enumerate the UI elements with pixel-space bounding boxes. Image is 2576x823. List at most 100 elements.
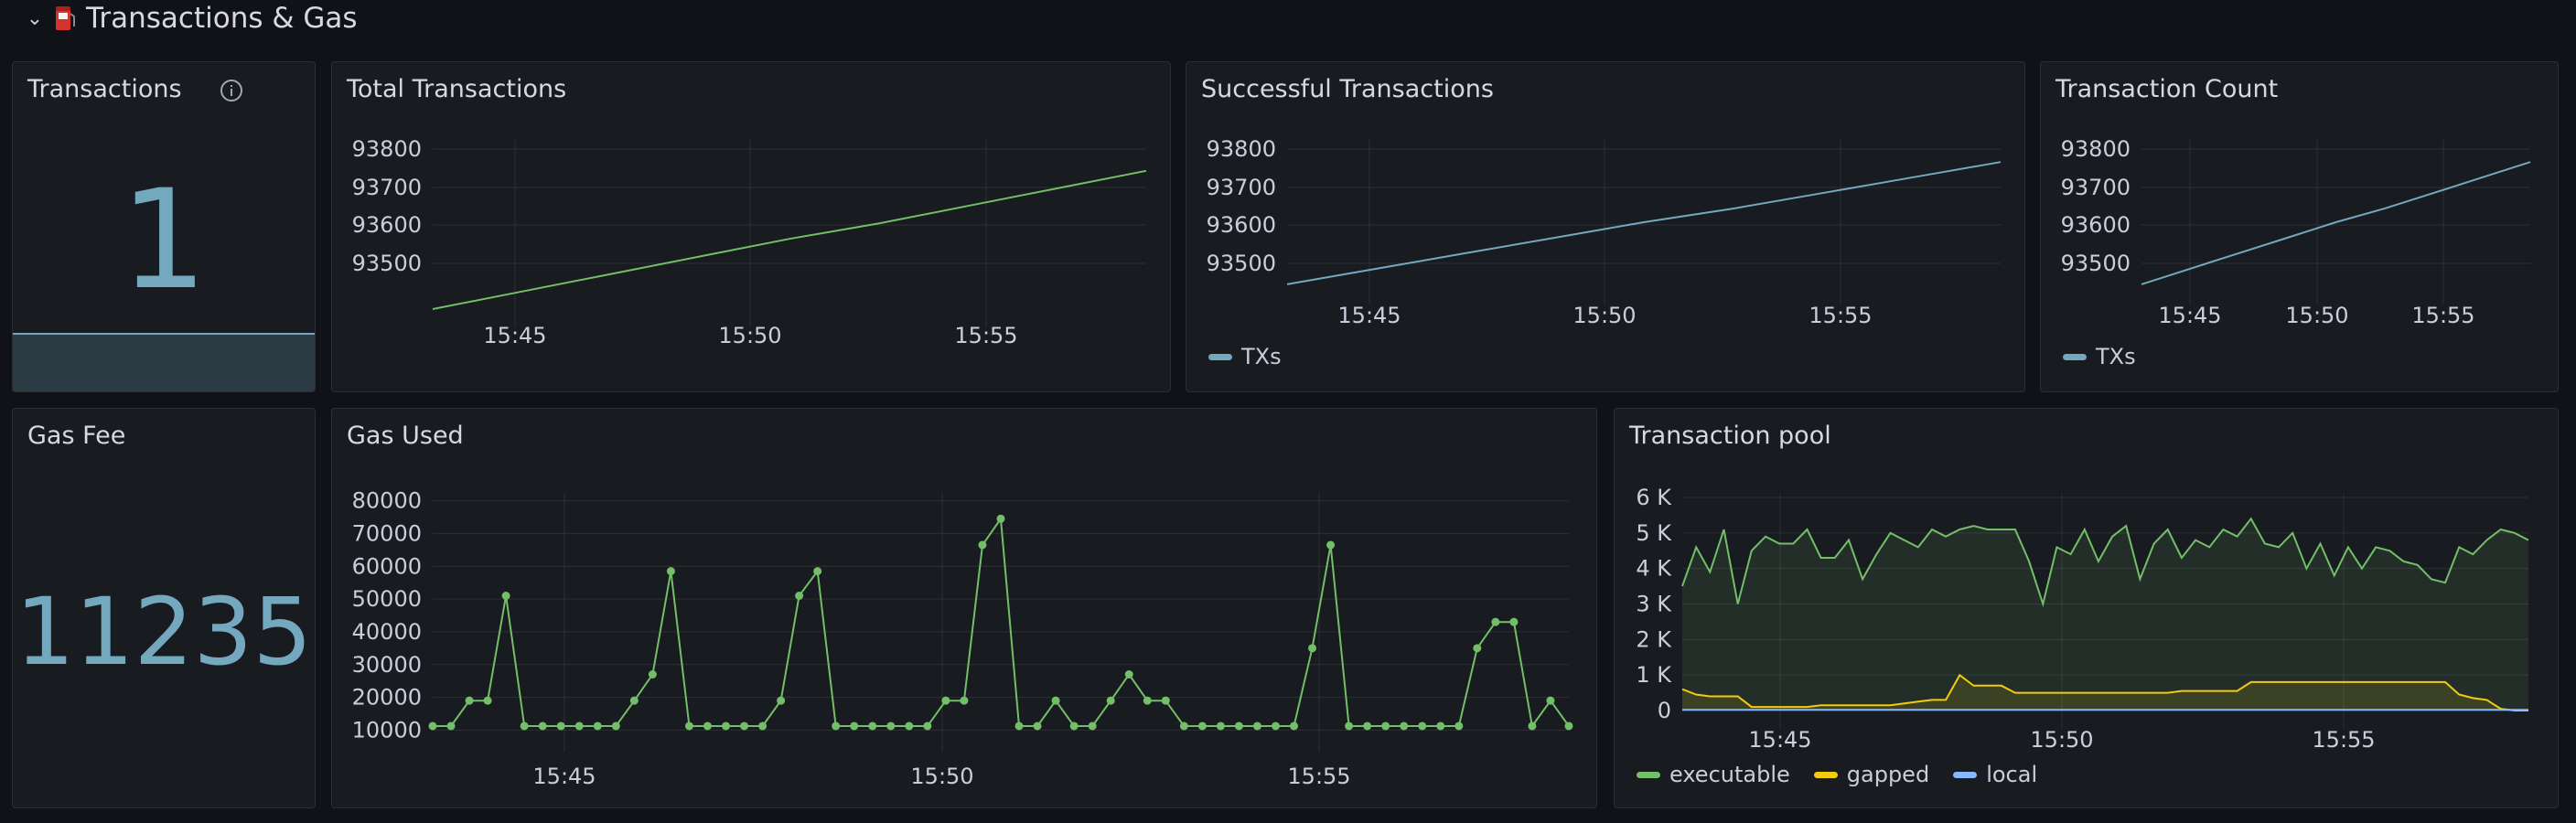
- data-point: [777, 696, 786, 705]
- x-tick-label: 15:55: [2411, 303, 2474, 328]
- legend-item[interactable]: gapped: [1813, 762, 1929, 787]
- data-point: [1546, 696, 1555, 705]
- y-tick-label: 1 K: [1636, 662, 1672, 688]
- y-tick-label: 93800: [352, 136, 422, 162]
- row-title: Transactions & Gas: [86, 2, 358, 35]
- data-point: [1014, 721, 1024, 731]
- y-tick-label: 6 K: [1636, 485, 1672, 510]
- data-point: [1418, 721, 1427, 731]
- data-point: [1528, 721, 1537, 731]
- panel-title: Transactions: [27, 75, 182, 103]
- y-tick-label: 93600: [352, 212, 422, 238]
- panel-transaction-pool[interactable]: Transaction pool 6 K5 K4 K3 K2 K1 K 0 15:4…: [1614, 408, 2559, 808]
- y-tick-label: 10000: [352, 717, 422, 743]
- data-point: [593, 721, 602, 731]
- y-tick-label: 0: [1658, 698, 1671, 723]
- data-point: [978, 540, 987, 550]
- data-point: [1381, 721, 1390, 731]
- x-tick-label: 15:50: [1572, 303, 1636, 328]
- data-point: [1436, 721, 1445, 731]
- legend-item[interactable]: TXs: [1208, 344, 1282, 369]
- data-point: [1326, 540, 1336, 550]
- data-point: [1033, 721, 1042, 731]
- y-tick-label: 20000: [352, 685, 422, 711]
- y-tick-label: 93600: [2061, 212, 2131, 238]
- panel-gas-used[interactable]: Gas Used 80000 70000 60000 50000 40000 30000 2…: [331, 408, 1597, 808]
- y-tick-label: 93700: [2061, 175, 2131, 200]
- data-point: [1234, 721, 1243, 731]
- data-point: [758, 721, 767, 731]
- data-point: [520, 721, 529, 731]
- legend: TXs: [1208, 344, 1282, 369]
- data-point: [1473, 644, 1482, 653]
- legend-item[interactable]: local: [1953, 762, 2037, 787]
- data-point: [1216, 721, 1225, 731]
- stat-sparkline-area: [13, 333, 315, 391]
- y-tick-label: 93600: [1207, 212, 1276, 238]
- data-point: [886, 721, 896, 731]
- x-tick-label: 15:45: [532, 764, 596, 789]
- chart-total-transactions: 93800 93700 93600 93500 15:45 15:50 15:55: [352, 136, 1147, 348]
- data-point: [795, 592, 804, 600]
- x-tick-label: 15:45: [483, 323, 546, 348]
- legend-item[interactable]: executable: [1637, 762, 1790, 787]
- data-point: [722, 721, 731, 731]
- panel-gas-fee[interactable]: Gas Fee 11235: [12, 408, 316, 808]
- y-tick-label: 93700: [352, 175, 422, 200]
- y-tick-label: 93700: [1207, 175, 1276, 200]
- legend-item[interactable]: TXs: [2063, 344, 2136, 369]
- data-point: [868, 721, 877, 731]
- legend-swatch: [1813, 771, 1838, 778]
- data-point: [684, 721, 693, 731]
- data-point: [1290, 721, 1299, 731]
- x-tick-label: 15:50: [2285, 303, 2348, 328]
- row-header[interactable]: ⌄ Transactions & Gas: [26, 0, 358, 37]
- fuel-pump-icon: [56, 6, 75, 30]
- data-point: [538, 721, 547, 731]
- data-point: [1454, 721, 1464, 731]
- panel-transaction-count[interactable]: Transaction Count 93800 93700 93600 93500 15…: [2040, 61, 2559, 392]
- data-point: [1161, 696, 1170, 705]
- x-tick-label: 15:50: [2030, 727, 2093, 753]
- legend-label: TXs: [1241, 344, 1282, 369]
- data-point: [1308, 644, 1317, 653]
- legend-swatch: [2063, 353, 2087, 360]
- y-tick-label: 93500: [1207, 251, 1276, 276]
- data-point: [1400, 721, 1409, 731]
- data-point: [905, 721, 914, 731]
- info-icon[interactable]: [220, 79, 243, 102]
- data-point: [1179, 721, 1188, 731]
- x-tick-label: 15:50: [910, 764, 973, 789]
- data-point: [666, 567, 675, 576]
- data-point: [1197, 721, 1207, 731]
- panel-total-transactions[interactable]: Total Transactions 93800 93700 93600 93500 1…: [331, 61, 1171, 392]
- legend-label: executable: [1669, 762, 1790, 787]
- data-point: [832, 721, 841, 731]
- y-tick-label: 50000: [352, 586, 422, 612]
- data-point: [428, 721, 437, 731]
- data-point: [574, 721, 584, 731]
- chart-successful-transactions: 93800 93700 93600 93500 15:45 15:50 15:55: [1207, 136, 2002, 328]
- y-tick-label: 93800: [1207, 136, 1276, 162]
- data-point: [501, 592, 510, 600]
- x-tick-label: 15:55: [2312, 727, 2375, 753]
- y-tick-label: 40000: [352, 619, 422, 645]
- data-point: [703, 721, 712, 731]
- data-point: [1271, 721, 1280, 731]
- data-point: [941, 696, 950, 705]
- data-point: [996, 514, 1005, 523]
- y-tick-label: 4 K: [1636, 556, 1672, 582]
- data-point: [1051, 696, 1060, 705]
- x-tick-label: 15:45: [1748, 727, 1811, 753]
- x-tick-label: 15:55: [1287, 764, 1350, 789]
- legend-swatch: [1208, 353, 1232, 360]
- panel-successful-transactions[interactable]: Successful Transactions 93800 93700 93600 9…: [1186, 61, 2025, 392]
- data-point: [648, 670, 657, 679]
- y-tick-label: 80000: [352, 488, 422, 514]
- panel-transactions[interactable]: Transactions 1: [12, 61, 316, 392]
- chevron-down-icon[interactable]: ⌄: [26, 7, 44, 30]
- legend-swatch: [1953, 771, 1978, 778]
- legend: executable gapped local: [1637, 762, 2037, 787]
- stat-value: 11235: [15, 578, 313, 687]
- chart-transaction-count: 93800 93700 93600 93500 15:45 15:50 15:55: [2061, 136, 2531, 328]
